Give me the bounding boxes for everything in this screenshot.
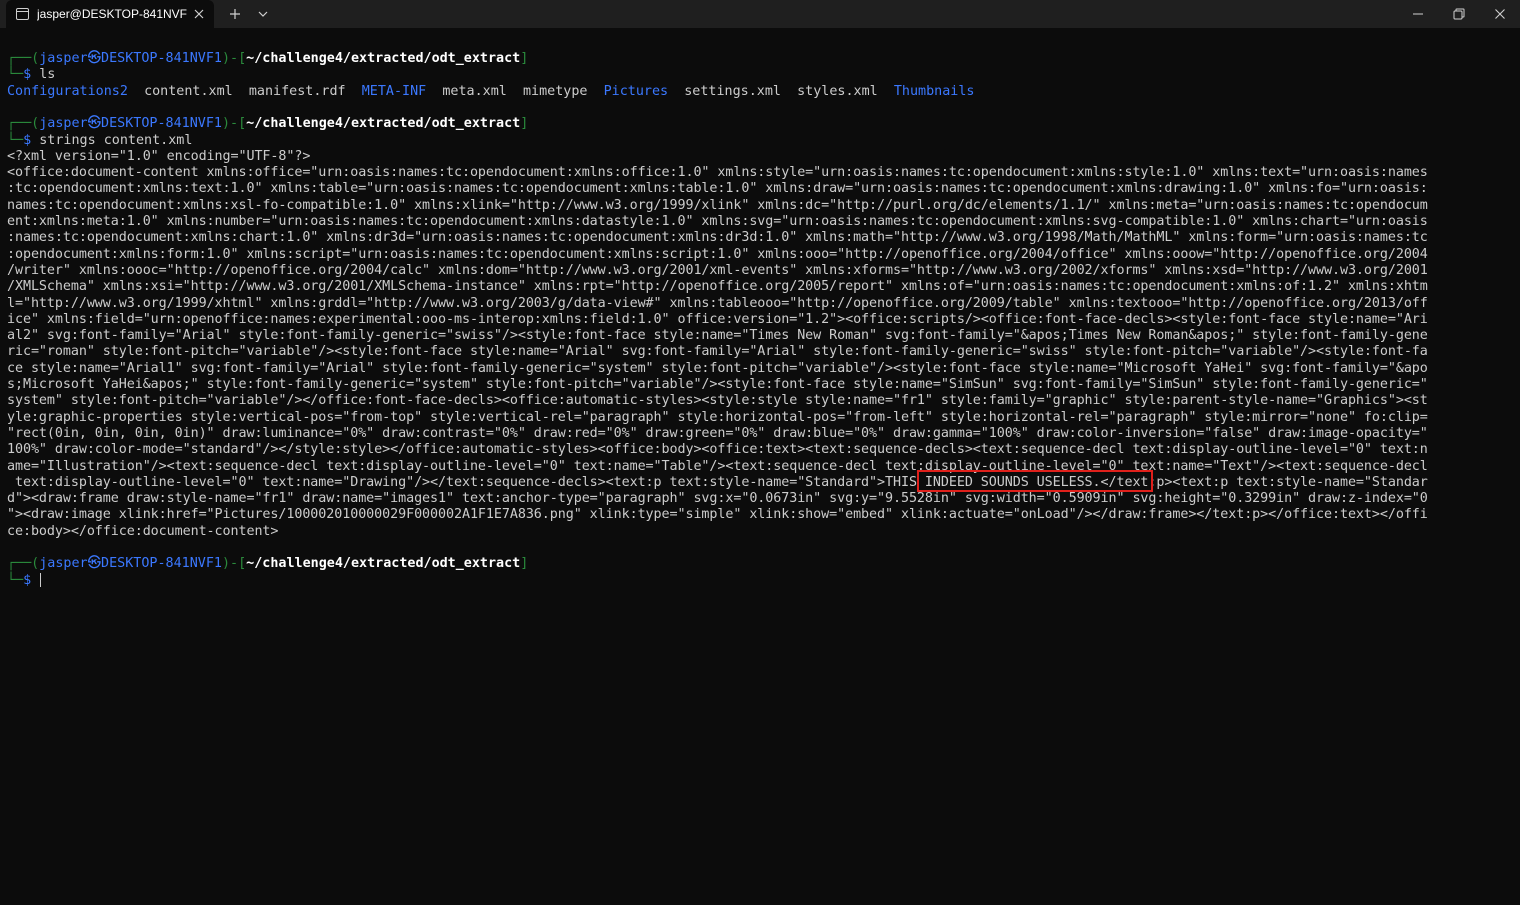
ls-output: Configurations2 content.xml manifest.rdf… (7, 84, 975, 100)
prompt-line: ┌──(jasper㉿DESKTOP-841NVF1)-[~/challenge… (7, 51, 528, 67)
xml-output-line: :opendocument:xmlns:form:1.0" xmlns:scri… (7, 246, 1428, 262)
ls-entry-dir: Pictures (603, 83, 669, 99)
command-text: ls (39, 67, 56, 83)
prompt-decoration: └─ (7, 67, 24, 83)
terminal-output[interactable]: ┌──(jasper㉿DESKTOP-841NVF1)-[~/challenge… (0, 42, 1520, 905)
xml-output-line: yle:graphic-properties style:vertical-po… (7, 409, 1428, 425)
new-tab-button[interactable] (227, 6, 243, 22)
prompt-decoration: )-[ (221, 51, 247, 66)
prompt-decoration: ] (520, 116, 529, 132)
tab-close-button[interactable] (192, 7, 206, 21)
xml-output-line: <?xml version="1.0" encoding="UTF-8"?> (7, 148, 311, 164)
xml-output-line: s;Microsoft YaHei&apos;" style:font-fami… (7, 377, 1428, 392)
text-cursor (40, 573, 41, 587)
close-icon (194, 9, 204, 19)
xml-output-line: ice" xmlns:field="urn:openoffice:names:e… (7, 311, 1428, 327)
prompt-dollar: $ (23, 67, 32, 83)
prompt-decoration: ] (520, 556, 529, 572)
xml-output-line: ce:body></office:document-content> (7, 523, 279, 539)
ls-entry-file: manifest.rdf (248, 83, 346, 99)
ls-entry-file: styles.xml (797, 83, 878, 99)
terminal-window: jasper@DESKTOP-841NVF1: ~, (0, 0, 1520, 905)
prompt-decoration: )-[ (221, 556, 247, 572)
prompt-at-symbol: ㉿ (87, 556, 102, 572)
command-line[interactable]: └─$ (7, 573, 31, 589)
restore-icon (1453, 8, 1465, 20)
xml-output-line: ric="roman" style:font-pitch="variable"/… (7, 344, 1428, 360)
ls-entry-file: meta.xml (442, 83, 507, 99)
prompt-line: ┌──(jasper㉿DESKTOP-841NVF1)-[~/challenge… (7, 116, 528, 132)
prompt-user: jasper (39, 51, 88, 66)
command-line: └─$ ls (7, 67, 55, 83)
tab-dropdown-button[interactable] (255, 6, 271, 22)
xml-output-line: :tc:opendocument:xmlns:text:1.0" xmlns:t… (7, 181, 1428, 197)
maximize-button[interactable] (1439, 0, 1479, 28)
xml-output-line: system" style:font-pitch="variable"/></o… (7, 393, 1428, 409)
prompt-dollar: $ (23, 132, 32, 148)
xml-output-line: ent:xmlns:meta:1.0" xmlns:number="urn:oa… (7, 214, 1428, 229)
prompt-host: DESKTOP-841NVF1 (101, 51, 222, 66)
xml-output-line: "><draw:image xlink:href="Pictures/10000… (7, 507, 1428, 523)
command-line: └─$ strings content.xml (7, 133, 192, 149)
prompt-cwd: ~/challenge4/extracted/odt_extract (246, 116, 521, 132)
prompt-host: DESKTOP-841NVF1 (101, 116, 222, 132)
xml-output-line: l="http://www.w3.org/1999/xhtml" xmlns:g… (7, 295, 1428, 311)
prompt-decoration: ] (520, 51, 529, 66)
close-icon (1495, 9, 1505, 19)
xml-output-line: "rect(0in, 0in, 0in, 0in)" draw:luminanc… (7, 425, 1428, 441)
xml-output-line: :names:tc:opendocument:xmlns:chart:1.0" … (7, 230, 1428, 246)
plus-icon (230, 9, 240, 19)
ls-entry-file: mimetype (523, 83, 588, 99)
prompt-dollar: $ (23, 572, 32, 588)
prompt-decoration: └─ (7, 572, 24, 588)
prompt-decoration: ┌──( (7, 556, 40, 572)
close-window-button[interactable] (1480, 0, 1520, 28)
minimize-button[interactable] (1398, 0, 1438, 28)
terminal-tab[interactable]: jasper@DESKTOP-841NVF1: ~, (6, 0, 214, 28)
tab-title: jasper@DESKTOP-841NVF1: ~, (37, 7, 187, 21)
minimize-icon (1413, 13, 1423, 15)
xml-output-line: <office:document-content xmlns:office="u… (7, 165, 1428, 181)
xml-output-line: d"><draw:frame draw:style-name="fr1" dra… (7, 491, 1428, 507)
prompt-line: ┌──(jasper㉿DESKTOP-841NVF1)-[~/challenge… (7, 556, 528, 572)
terminal-icon (16, 8, 29, 20)
prompt-at-symbol: ㉿ (87, 51, 102, 66)
chevron-down-icon (258, 11, 268, 17)
prompt-decoration: ┌──( (7, 51, 40, 66)
xml-output-line: text:display-outline-level="0" text:name… (7, 474, 1428, 490)
ls-entry-file: settings.xml (684, 83, 781, 99)
prompt-user: jasper (39, 116, 88, 132)
xml-output-line: ce style:name="Arial1" svg:font-family="… (7, 360, 1428, 376)
prompt-decoration: ┌──( (7, 116, 40, 132)
xml-output-line: /XMLSchema" xmlns:xsi="http://www.w3.org… (7, 279, 1428, 295)
ls-entry-dir: Configurations2 (7, 83, 128, 99)
prompt-host: DESKTOP-841NVF1 (101, 556, 222, 572)
xml-output-line: 100%" draw:color-mode="standard"/></styl… (7, 442, 1428, 458)
prompt-cwd: ~/challenge4/extracted/odt_extract (246, 556, 521, 572)
ls-entry-dir: META-INF (361, 83, 427, 99)
prompt-decoration: )-[ (221, 116, 247, 132)
title-bar: jasper@DESKTOP-841NVF1: ~, (0, 0, 1520, 28)
prompt-decoration: └─ (7, 132, 24, 148)
ls-entry-dir: Thumbnails (893, 83, 975, 99)
xml-output-line: ame="Illustration"/><text:sequence-decl … (7, 458, 1428, 474)
xml-output-line: /writer" xmlns:oooc="http://openoffice.o… (7, 262, 1428, 278)
prompt-cwd: ~/challenge4/extracted/odt_extract (246, 51, 521, 66)
command-text: strings content.xml (39, 132, 193, 148)
xml-output-line: names:tc:opendocument:xmlns:xsl-fo-compa… (7, 197, 1428, 213)
prompt-user: jasper (39, 556, 88, 572)
prompt-at-symbol: ㉿ (87, 116, 102, 132)
xml-output-line: al2" svg:font-family="Arial" style:font-… (7, 328, 1428, 344)
ls-entry-file: content.xml (144, 83, 233, 99)
